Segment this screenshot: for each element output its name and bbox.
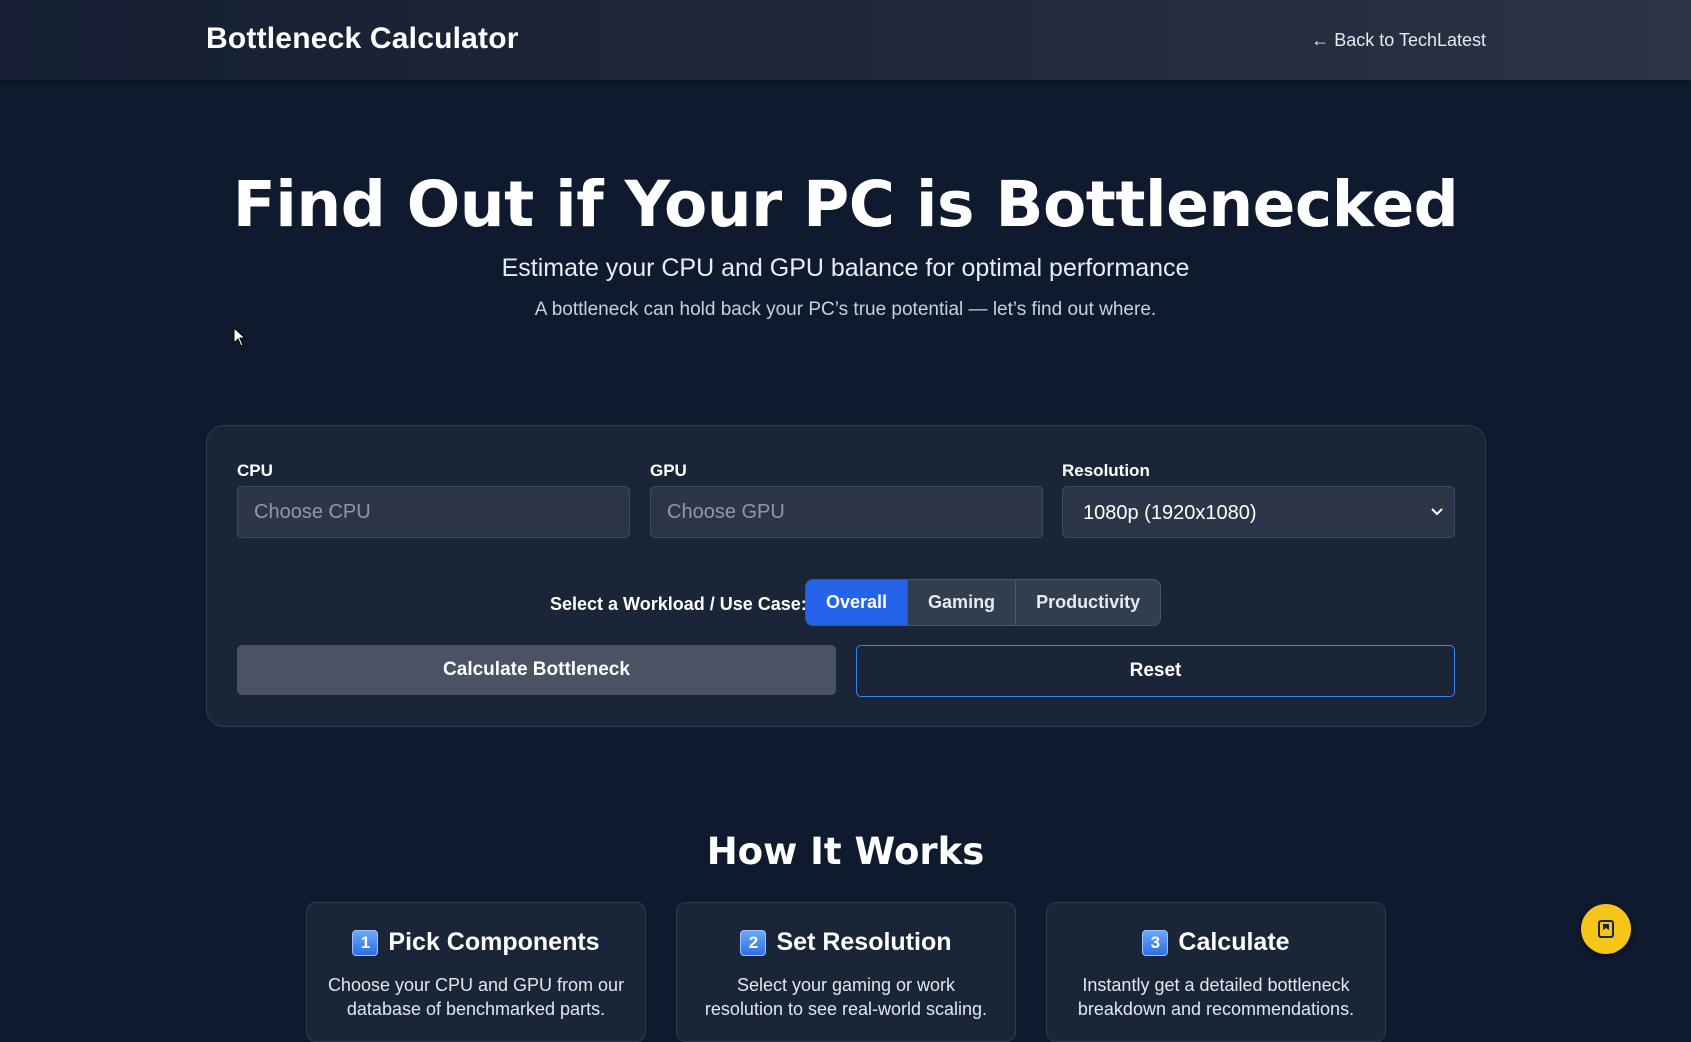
step-number-badge: 2 [740, 929, 767, 956]
calculator-card: CPU GPU Resolution 1080p (1920x1080) Sel… [206, 425, 1486, 727]
calculate-bottleneck-button[interactable]: Calculate Bottleneck [237, 645, 836, 695]
workload-segmented-control: Overall Gaming Productivity [805, 579, 1162, 626]
step-card: 3 Calculate Instantly get a detailed bot… [1046, 902, 1386, 1042]
gpu-label: GPU [650, 461, 687, 480]
step-title: Calculate [1178, 928, 1290, 956]
brand-title[interactable]: Bottleneck Calculator [206, 22, 519, 56]
step-card: 2 Set Resolution Select your gaming or w… [676, 902, 1016, 1042]
workload-option-overall[interactable]: Overall [806, 580, 909, 625]
resolution-label: Resolution [1062, 461, 1150, 480]
step-card: 1 Pick Components Choose your CPU and GP… [306, 902, 646, 1042]
floating-action-button[interactable] [1581, 904, 1631, 954]
how-it-works-title: How It Works [706, 830, 985, 873]
bookmark-icon [1598, 920, 1614, 938]
resolution-select[interactable]: 1080p (1920x1080) [1062, 486, 1455, 538]
cpu-input[interactable] [237, 486, 630, 538]
top-navbar: Bottleneck Calculator ← Back to TechLate… [0, 0, 1691, 80]
step-title: Set Resolution [776, 928, 952, 956]
step-number-badge: 3 [1142, 929, 1169, 956]
gpu-input[interactable] [650, 486, 1043, 538]
step-number-badge: 1 [352, 929, 379, 956]
mouse-pointer-icon [233, 327, 247, 347]
back-to-techlatest-link[interactable]: ← Back to TechLatest [1311, 30, 1486, 51]
resolution-selected-value: 1080p (1920x1080) [1083, 502, 1257, 524]
reset-button[interactable]: Reset [856, 645, 1455, 697]
workload-option-gaming[interactable]: Gaming [908, 580, 1017, 625]
chevron-down-icon [1431, 508, 1443, 516]
hero-subtitle: Estimate your CPU and GPU balance for op… [501, 254, 1190, 282]
workload-option-productivity[interactable]: Productivity [1016, 580, 1160, 625]
workload-label: Select a Workload / Use Case: [550, 594, 807, 614]
hero-description: A bottleneck can hold back your PC’s tru… [534, 299, 1157, 320]
cpu-label: CPU [237, 461, 273, 480]
hero-title: Find Out if Your PC is Bottlenecked [232, 168, 1459, 241]
step-title: Pick Components [388, 928, 600, 956]
